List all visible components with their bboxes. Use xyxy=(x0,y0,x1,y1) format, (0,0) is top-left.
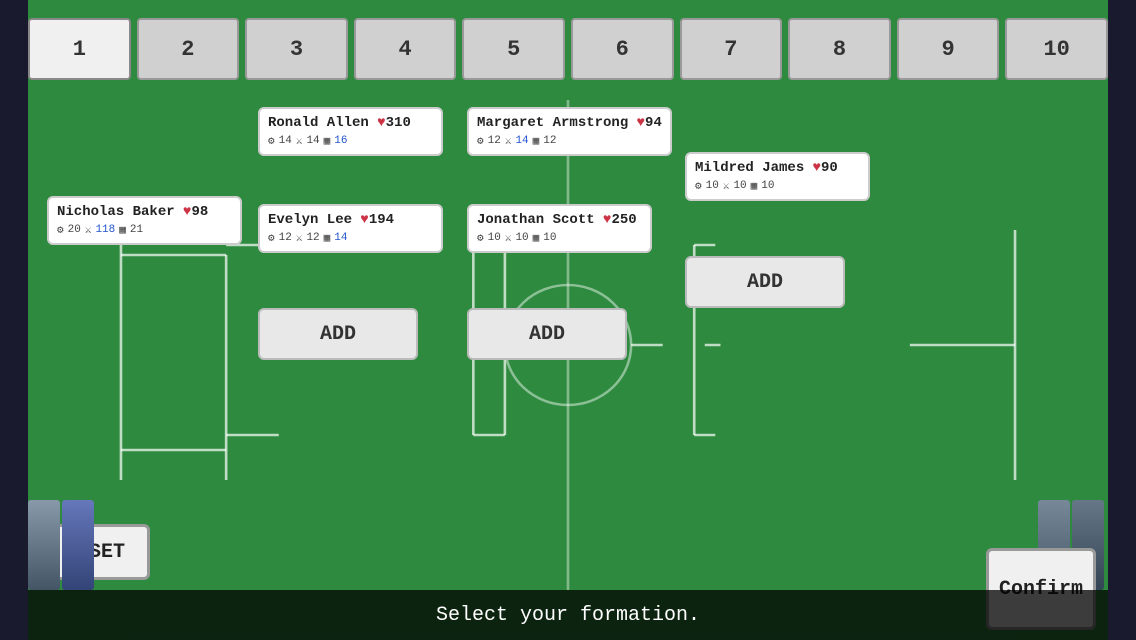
status-bar: Select your formation. xyxy=(28,590,1108,640)
player-card-margaret-armstrong[interactable]: Margaret Armstrong ♥94 ⚙12 ⚔14 ▦12 xyxy=(467,107,672,156)
heart-icon: ♥ xyxy=(637,115,645,131)
player-name: Margaret Armstrong ♥94 xyxy=(477,115,662,131)
add-button-3[interactable]: ADD xyxy=(685,256,845,308)
tab-8[interactable]: 8 xyxy=(788,18,891,80)
sprite-char-2 xyxy=(62,500,94,590)
player-card-ronald-allen[interactable]: Ronald Allen ♥310 ⚙14 ⚔14 ▦16 xyxy=(258,107,443,156)
tab-7[interactable]: 7 xyxy=(680,18,783,80)
player-name: Ronald Allen ♥310 xyxy=(268,115,433,131)
tab-1[interactable]: 1 xyxy=(28,18,131,80)
player-card-jonathan-scott[interactable]: Jonathan Scott ♥250 ⚙10 ⚔10 ▦10 xyxy=(467,204,652,253)
player-stats: ⚙12 ⚔14 ▦12 xyxy=(477,134,662,148)
add-button-1[interactable]: ADD xyxy=(258,308,418,360)
tab-6[interactable]: 6 xyxy=(571,18,674,80)
tab-5[interactable]: 5 xyxy=(462,18,565,80)
player-card-nicholas-baker[interactable]: Nicholas Baker ♥98 ⚙20 ⚔118 ▦21 xyxy=(47,196,242,245)
heart-icon: ♥ xyxy=(360,212,368,228)
tab-3[interactable]: 3 xyxy=(245,18,348,80)
sprite-left xyxy=(28,500,98,590)
player-stats: ⚙14 ⚔14 ▦16 xyxy=(268,134,433,148)
player-stats: ⚙10 ⚔10 ▦10 xyxy=(477,231,642,245)
game-area: 1 2 3 4 5 6 7 8 9 10 xyxy=(0,0,1136,640)
sprite-char-1 xyxy=(28,500,60,590)
player-name: Mildred James ♥90 xyxy=(695,160,860,176)
player-stats: ⚙12 ⚔12 ▦14 xyxy=(268,231,433,245)
player-name: Evelyn Lee ♥194 xyxy=(268,212,433,228)
tab-4[interactable]: 4 xyxy=(354,18,457,80)
player-card-mildred-james[interactable]: Mildred James ♥90 ⚙10 ⚔10 ▦10 xyxy=(685,152,870,201)
player-stats: ⚙10 ⚔10 ▦10 xyxy=(695,179,860,193)
tab-2[interactable]: 2 xyxy=(137,18,240,80)
right-panel xyxy=(1108,0,1136,640)
player-name: Jonathan Scott ♥250 xyxy=(477,212,642,228)
left-panel xyxy=(0,0,28,640)
tab-9[interactable]: 9 xyxy=(897,18,1000,80)
heart-icon: ♥ xyxy=(377,115,385,131)
add-button-2[interactable]: ADD xyxy=(467,308,627,360)
tab-bar: 1 2 3 4 5 6 7 8 9 10 xyxy=(28,18,1108,80)
heart-icon: ♥ xyxy=(813,160,821,176)
player-card-evelyn-lee[interactable]: Evelyn Lee ♥194 ⚙12 ⚔12 ▦14 xyxy=(258,204,443,253)
tab-10[interactable]: 10 xyxy=(1005,18,1108,80)
player-stats: ⚙20 ⚔118 ▦21 xyxy=(57,223,232,237)
player-name: Nicholas Baker ♥98 xyxy=(57,204,232,220)
